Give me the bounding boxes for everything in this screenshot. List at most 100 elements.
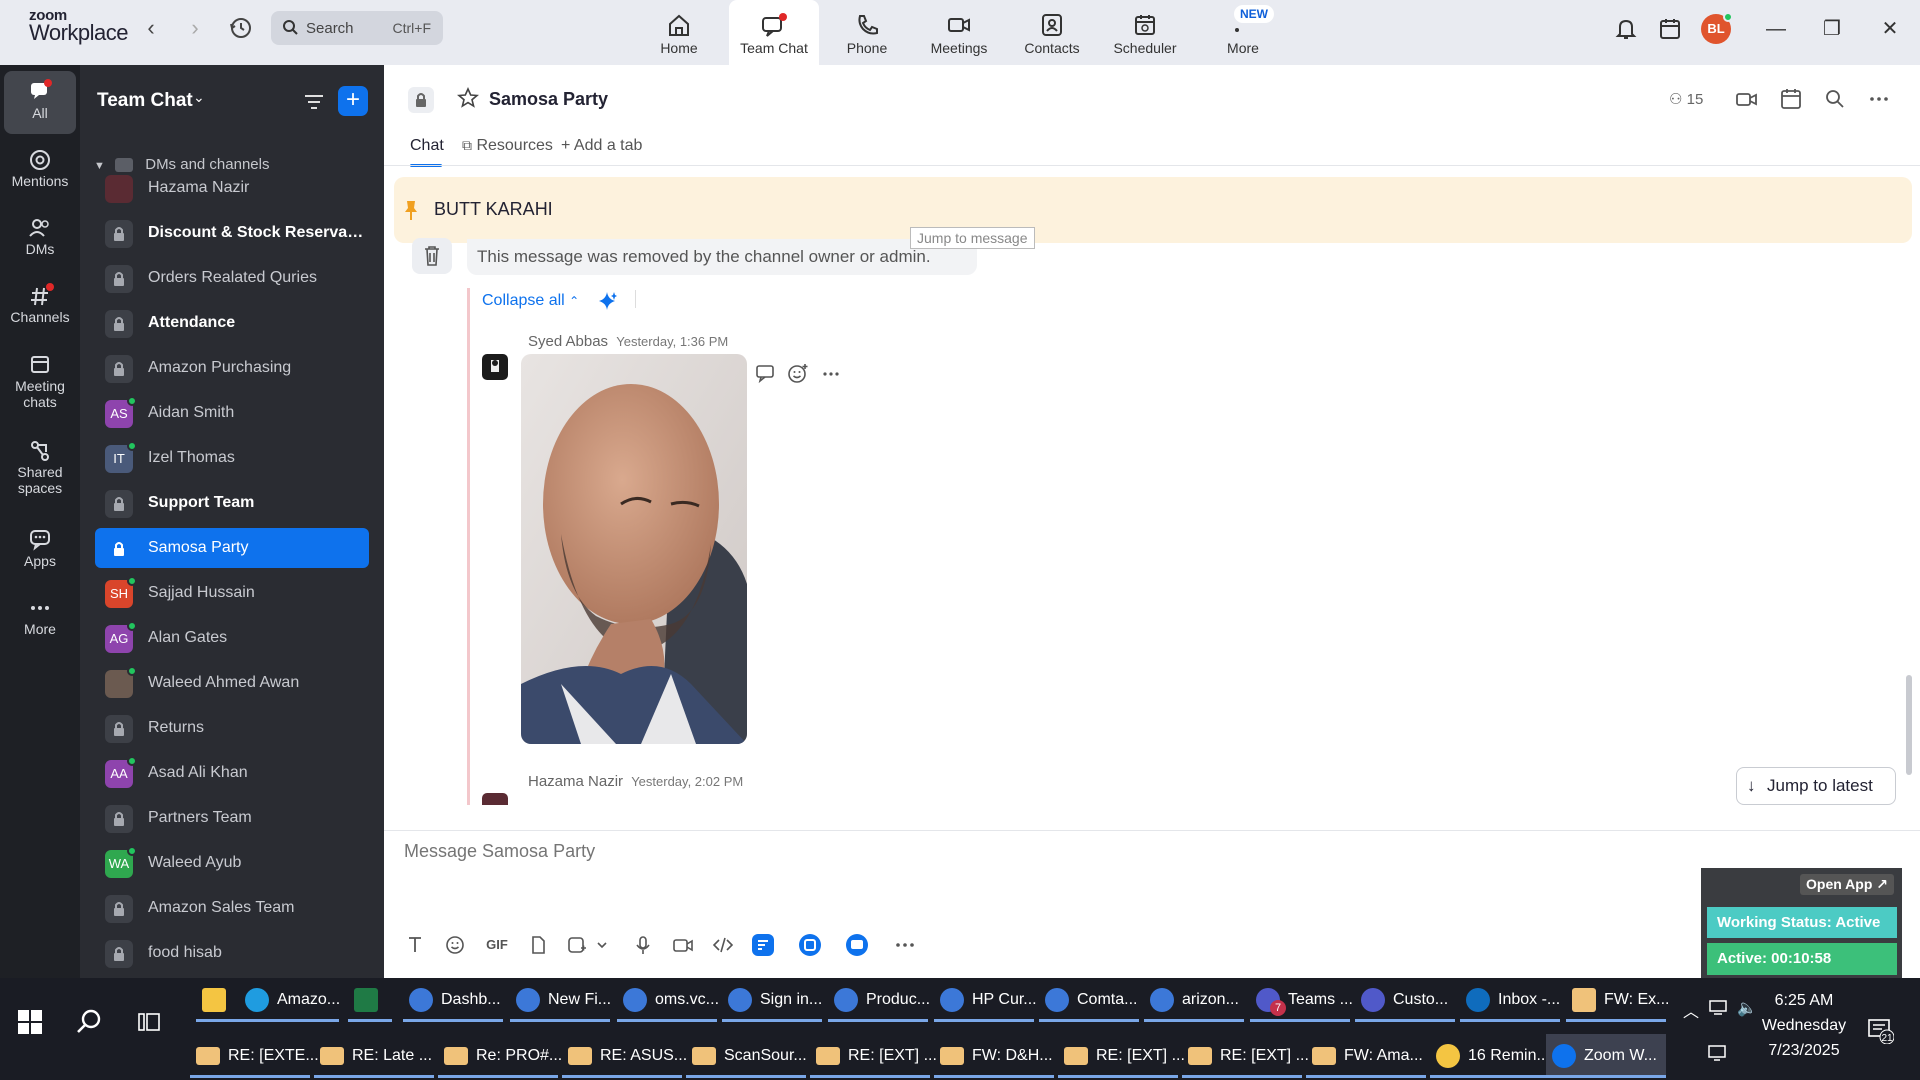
close-button[interactable]: ✕ <box>1875 14 1905 44</box>
emoji-icon[interactable] <box>786 361 810 385</box>
taskbar-app[interactable]: RE: ASUS... <box>562 1034 687 1078</box>
taskbar-app[interactable]: Comta... <box>1039 978 1139 1022</box>
nav-team-chat[interactable]: Team Chat <box>729 0 819 65</box>
sidebar-item[interactable]: Partners Team <box>95 798 369 838</box>
star-icon[interactable] <box>456 87 480 109</box>
message-input[interactable] <box>404 841 1404 862</box>
sidebar-item[interactable]: Discount & Stock Reservation <box>95 213 369 253</box>
taskbar-app[interactable]: New Fi... <box>510 978 611 1022</box>
scrollbar[interactable] <box>1906 675 1912 775</box>
taskbar-app[interactable]: Custo... <box>1355 978 1455 1022</box>
taskbar-app[interactable]: RE: Late ... <box>314 1034 434 1078</box>
rail-meeting-chats[interactable]: Meeting chats <box>4 352 76 410</box>
filter-icon[interactable] <box>302 90 326 114</box>
video-message-icon[interactable] <box>670 932 696 958</box>
taskbar-app[interactable]: oms.vc... <box>617 978 719 1022</box>
taskbar-app[interactable]: arizon... <box>1144 978 1244 1022</box>
more-options-icon[interactable] <box>1866 86 1892 112</box>
emoji-icon[interactable] <box>442 932 468 958</box>
bell-icon[interactable] <box>1611 14 1641 44</box>
rail-more[interactable]: More <box>4 595 76 637</box>
taskbar-app[interactable]: Sign in... <box>722 978 822 1022</box>
avatar[interactable] <box>482 354 508 380</box>
calendar-icon[interactable] <box>1655 14 1685 44</box>
taskbar-app[interactable]: Inbox -... <box>1460 978 1560 1022</box>
minimize-button[interactable]: — <box>1761 14 1791 44</box>
back-arrow-icon[interactable]: ‹ <box>139 14 163 42</box>
taskbar-app[interactable]: RE: [EXT] ... <box>1058 1034 1185 1078</box>
nav-contacts[interactable]: Contacts <box>1007 0 1097 65</box>
microphone-icon[interactable] <box>630 932 656 958</box>
pinned-message-bar[interactable]: BUTT KARAHI <box>394 177 1912 243</box>
rail-shared-spaces[interactable]: Shared spaces <box>4 438 76 496</box>
sidebar-item[interactable]: AS Aidan Smith <box>95 393 369 433</box>
taskbar-app[interactable]: Produc... <box>828 978 930 1022</box>
sidebar-item[interactable]: Hazama Nazir <box>95 168 369 208</box>
history-icon[interactable] <box>226 13 256 43</box>
taskbar-app[interactable]: Re: PRO#... <box>438 1034 562 1078</box>
sidebar-item[interactable]: Attendance <box>95 303 369 343</box>
sidebar-item[interactable]: Orders Realated Quries <box>95 258 369 298</box>
taskbar-app[interactable]: FW: Ama... <box>1306 1034 1426 1078</box>
rail-channels[interactable]: Channels <box>4 283 76 325</box>
calendar-icon[interactable] <box>1778 86 1804 112</box>
format-text-icon[interactable] <box>402 932 428 958</box>
taskbar-app[interactable]: HP Cur... <box>934 978 1037 1022</box>
taskbar-app[interactable]: Amazo... <box>239 978 340 1022</box>
network-icon[interactable] <box>1708 998 1730 1021</box>
app-integration-icon[interactable] <box>799 934 821 956</box>
gif-button[interactable]: GIF <box>482 932 512 958</box>
search-input[interactable]: Search Ctrl+F <box>271 11 443 45</box>
taskbar-app[interactable]: Zoom W... <box>1546 1034 1666 1078</box>
members-button[interactable]: ⚇ 15 <box>1669 90 1703 108</box>
sidebar-item[interactable]: Returns <box>95 708 369 748</box>
sidebar-item[interactable]: AG Alan Gates <box>95 618 369 658</box>
app-integration-icon[interactable] <box>752 934 774 956</box>
rail-mentions[interactable]: Mentions <box>4 147 76 189</box>
sidebar-item[interactable]: Support Team <box>95 483 369 523</box>
video-icon[interactable] <box>1734 86 1760 112</box>
file-icon[interactable] <box>525 932 551 958</box>
nav-home[interactable]: Home <box>634 0 724 65</box>
taskbar-app[interactable]: 16 Remin... <box>1430 1034 1550 1078</box>
chevron-down-icon[interactable]: ⌄ <box>193 89 205 106</box>
restore-button[interactable]: ❐ <box>1817 14 1847 44</box>
sidebar-item[interactable]: IT Izel Thomas <box>95 438 369 478</box>
taskbar-app[interactable] <box>348 978 392 1022</box>
more-options-icon[interactable] <box>892 932 918 958</box>
task-view-icon[interactable] <box>137 1010 161 1034</box>
sidebar-item[interactable]: Amazon Sales Team <box>95 888 369 928</box>
ai-sparkle-icon[interactable] <box>596 290 618 312</box>
taskbar-app[interactable] <box>196 978 240 1022</box>
sidebar-item[interactable]: food hisab <box>95 933 369 973</box>
sidebar-item[interactable]: WA Waleed Ayub <box>95 843 369 883</box>
sidebar-item[interactable]: Amazon Purchasing <box>95 348 369 388</box>
display-icon[interactable] <box>1707 1044 1729 1067</box>
rail-all[interactable]: All <box>4 71 76 134</box>
collapse-all-button[interactable]: Collapse all ⌃ <box>482 292 579 310</box>
tab-resources[interactable]: ⧉ Resources <box>462 137 553 155</box>
jump-to-latest-button[interactable]: ↓ Jump to latest <box>1736 767 1896 805</box>
profile-avatar[interactable]: BL <box>1701 12 1733 44</box>
nav-scheduler[interactable]: Scheduler <box>1100 0 1190 65</box>
nav-phone[interactable]: Phone <box>822 0 912 65</box>
search-icon[interactable] <box>1822 86 1848 112</box>
taskbar-app[interactable]: RE: [EXT] ... <box>810 1034 937 1078</box>
sidebar-item[interactable]: Samosa Party <box>95 528 369 568</box>
tab-chat[interactable]: Chat <box>410 137 444 155</box>
sidebar-item[interactable]: SH Sajjad Hussain <box>95 573 369 613</box>
forward-arrow-icon[interactable]: › <box>183 14 207 42</box>
windows-start-icon[interactable] <box>18 1010 42 1034</box>
chevron-down-icon[interactable] <box>589 932 615 958</box>
taskbar-clock[interactable]: 6:25 AM Wednesday 7/23/2025 <box>1744 988 1864 1063</box>
taskbar-app[interactable]: ScanSour... <box>686 1034 807 1078</box>
code-icon[interactable] <box>710 932 736 958</box>
taskbar-app[interactable]: FW: Ex... <box>1566 978 1669 1022</box>
new-chat-button[interactable]: + <box>338 86 368 116</box>
taskbar-app[interactable]: FW: D&H... <box>934 1034 1054 1078</box>
sidebar-title[interactable]: Team Chat <box>97 90 193 112</box>
sidebar-item[interactable]: Waleed Ahmed Awan <box>95 663 369 703</box>
rail-dms[interactable]: DMs <box>4 215 76 257</box>
app-integration-icon[interactable] <box>846 934 868 956</box>
rail-apps[interactable]: Apps <box>4 527 76 569</box>
